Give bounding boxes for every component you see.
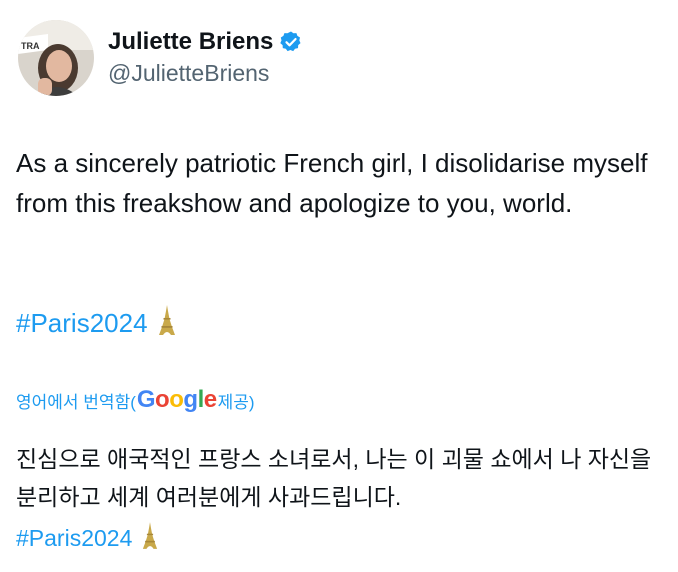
author-display-name[interactable]: Juliette Briens — [108, 28, 273, 56]
google-logo-text: Google — [136, 386, 217, 413]
eiffel-tower-icon — [158, 305, 176, 342]
avatar[interactable]: TRA — [18, 20, 94, 96]
translation-attribution[interactable]: 영어에서 번역함( Google 제공) — [16, 386, 255, 414]
author-name-row[interactable]: Juliette Briens — [108, 28, 303, 56]
translation-label-prefix: 영어에서 번역함( — [16, 392, 136, 412]
tweet-hashtag-row: #Paris2024 — [16, 305, 176, 342]
translated-hashtag-row: #Paris2024 — [16, 522, 158, 555]
author-handle[interactable]: @JulietteBriens — [108, 60, 269, 87]
translation-label-suffix: 제공) — [217, 392, 255, 412]
avatar-image: TRA — [18, 20, 94, 96]
tweet-hashtag-link[interactable]: #Paris2024 — [16, 308, 148, 339]
translated-tweet-text: 진심으로 애국적인 프랑스 소녀로서, 나는 이 괴물 쇼에서 나 자신을 분리… — [16, 446, 652, 510]
verified-badge-icon — [279, 30, 303, 54]
avatar-sign-text: TRA — [21, 41, 40, 51]
eiffel-tower-icon — [142, 522, 158, 555]
translated-hashtag-link[interactable]: #Paris2024 — [16, 525, 132, 552]
tweet-text: As a sincerely patriotic French girl, I … — [16, 148, 648, 218]
